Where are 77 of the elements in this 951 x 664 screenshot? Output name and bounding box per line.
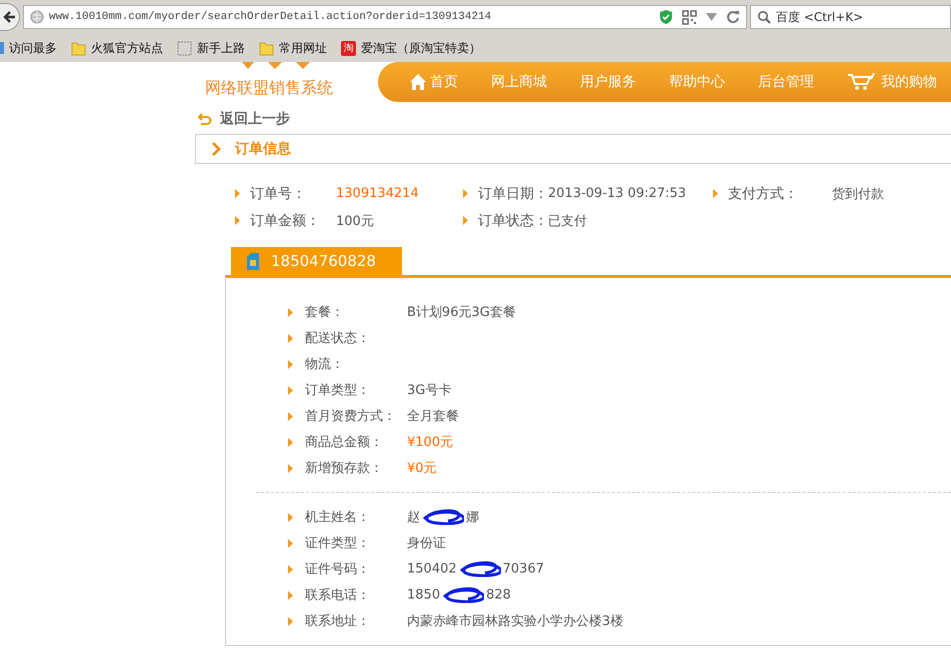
bookmark-item[interactable]: 火狐官方站点: [71, 40, 163, 56]
field-value: 赵 娜: [407, 508, 479, 526]
field-value: 2013-09-13 09:27:53: [548, 186, 686, 201]
search-icon: [757, 10, 771, 24]
bookmark-item[interactable]: 淘 爱淘宝（原淘宝特卖）: [341, 40, 481, 56]
bookmark-icon: [0, 40, 4, 56]
field-value: B计划96元3G套餐: [407, 304, 516, 321]
bullet-icon: [288, 334, 293, 342]
field-label: 订单金额：: [250, 212, 321, 230]
field-label: 首月资费方式：: [305, 408, 395, 425]
field-value: 已支付: [548, 212, 587, 230]
bullet-icon: [288, 360, 293, 368]
dropdown-icon[interactable]: [706, 13, 717, 21]
bullet-icon: [288, 464, 293, 472]
field-value: 内蒙赤峰市园林路实验小学办公楼3楼: [407, 613, 624, 630]
bullet-icon: [288, 438, 293, 446]
back-arrow-icon: [2, 10, 16, 24]
bullet-icon: [288, 308, 293, 316]
bullet-icon: [288, 590, 293, 600]
field-value: 货到付款: [832, 186, 884, 202]
field-label: 证件号码：: [305, 561, 371, 578]
back-button[interactable]: [0, 3, 20, 31]
field-label: 联系电话：: [305, 587, 371, 604]
bookmark-item[interactable]: 常用网址: [259, 40, 327, 56]
bullet-icon: [288, 386, 293, 394]
field-label: 套餐：: [305, 304, 345, 321]
scribble-mark: [442, 587, 484, 603]
field-label: 物流：: [305, 356, 345, 373]
globe-icon: [30, 10, 44, 24]
home-icon: [410, 74, 426, 90]
back-link[interactable]: 返回上一步: [195, 110, 290, 128]
bullet-icon: [288, 564, 293, 574]
field-label: 订单类型：: [305, 382, 371, 399]
field-value: ¥0元: [407, 460, 437, 477]
bullet-icon: [288, 512, 293, 522]
page-icon: [177, 40, 192, 56]
field-label: 商品总金额：: [305, 434, 384, 451]
field-label: 证件类型：: [305, 535, 371, 552]
field-value: 1309134214: [336, 186, 419, 201]
cart-icon: [847, 73, 877, 91]
field-value: ¥100元: [407, 434, 454, 451]
bullet-icon: [288, 412, 293, 420]
bullet-icon: [713, 189, 718, 198]
shield-icon[interactable]: [659, 9, 673, 25]
field-label: 订单号：: [250, 184, 307, 202]
field-value: 身份证: [407, 535, 446, 552]
sim-card-icon: [247, 252, 259, 270]
chevron-icon: [212, 142, 221, 156]
reload-icon[interactable]: [726, 10, 740, 24]
field-value: 1850 828: [407, 587, 511, 603]
field-label: 机主姓名：: [305, 509, 371, 526]
bullet-icon: [288, 616, 293, 626]
badge-icon: 淘: [341, 40, 356, 56]
bullet-icon: [463, 216, 468, 225]
scribble-mark: [458, 561, 501, 577]
bookmark-item[interactable]: 访问最多: [0, 40, 57, 56]
folder-icon: [259, 40, 274, 56]
field-label: 新增预存款：: [305, 460, 384, 477]
field-value: 全月套餐: [407, 408, 459, 425]
address-field[interactable]: www.10010mm.com/myorder/searchOrderDetail.action?orderid=1309134214: [23, 5, 747, 29]
qr-code-icon[interactable]: [682, 10, 697, 24]
field-label: 联系地址：: [305, 613, 371, 630]
folder-icon: [71, 40, 86, 56]
bullet-icon: [235, 216, 240, 225]
field-value: 100元: [336, 212, 374, 230]
bookmark-item[interactable]: 新手上路: [177, 40, 245, 56]
return-arrow-icon: [198, 113, 212, 125]
search-field[interactable]: 百度 <Ctrl+K>: [750, 5, 951, 29]
section-title: 订单信息: [235, 140, 291, 158]
field-value: 150402 70367: [407, 561, 544, 577]
bullet-icon: [235, 189, 240, 198]
field-value: 3G号卡: [407, 382, 452, 399]
field-label: 配送状态：: [305, 330, 371, 347]
bullet-icon: [288, 538, 293, 548]
field-label: 支付方式：: [728, 184, 799, 202]
scribble-mark: [422, 509, 464, 526]
bullet-icon: [463, 189, 468, 198]
